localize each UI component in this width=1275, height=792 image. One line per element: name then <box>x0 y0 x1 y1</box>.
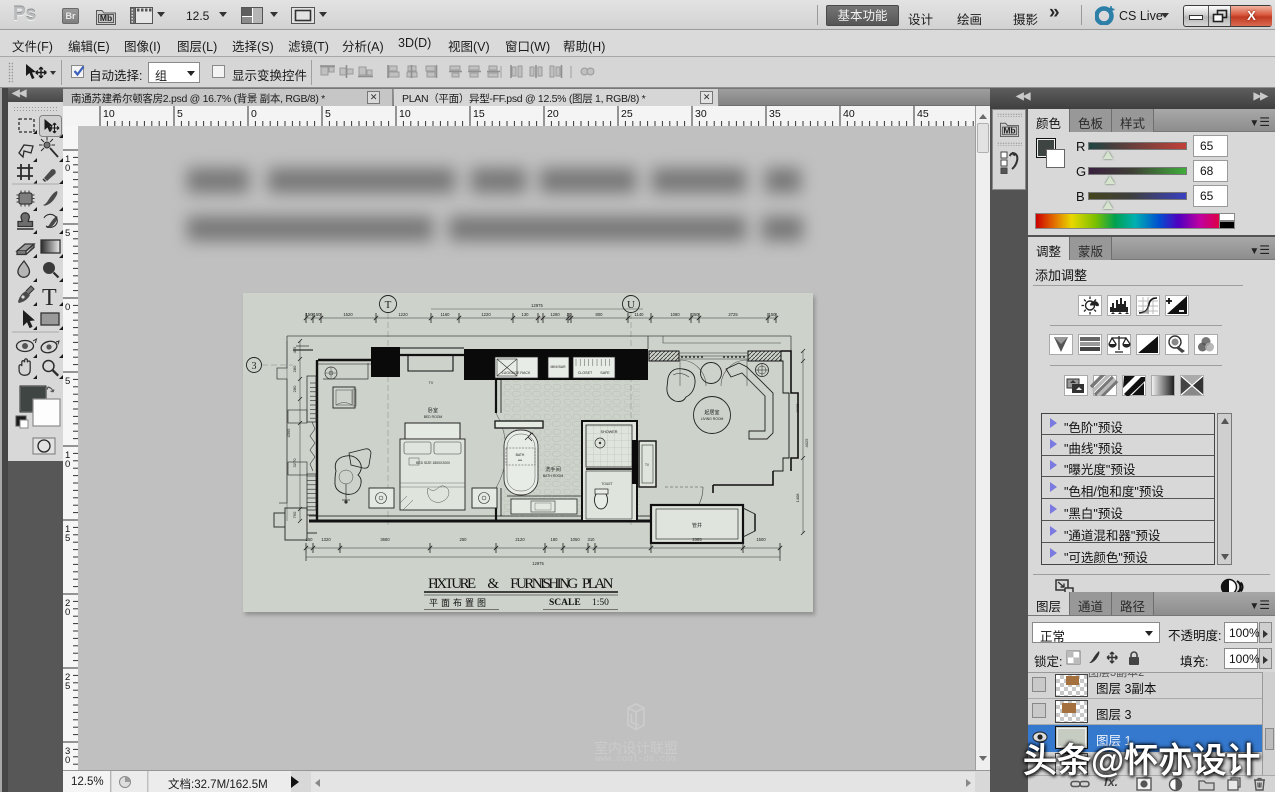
svg-text:5: 5 <box>65 533 70 544</box>
svg-text:卧室: 卧室 <box>428 407 438 414</box>
svg-text:SCALE: SCALE <box>549 598 581 608</box>
svg-text:0: 0 <box>65 459 70 470</box>
svg-text:5: 5 <box>65 681 70 692</box>
svg-text:10: 10 <box>103 108 115 120</box>
svg-text:0: 0 <box>65 607 70 618</box>
svg-text:310: 310 <box>588 537 596 542</box>
svg-text:Mb: Mb <box>1003 126 1015 136</box>
svg-text:TOILET: TOILET <box>601 482 612 486</box>
svg-text:洗手间: 洗手间 <box>545 465 561 473</box>
svg-text:30: 30 <box>567 312 572 317</box>
svg-text:150: 150 <box>306 537 314 542</box>
svg-text:5: 5 <box>177 108 183 120</box>
svg-text:150: 150 <box>306 312 314 317</box>
svg-text:1220: 1220 <box>398 312 408 317</box>
svg-text:30: 30 <box>695 108 707 120</box>
svg-text:35: 35 <box>769 108 781 120</box>
svg-text:280: 280 <box>292 365 297 372</box>
svg-text:CLOSET: CLOSET <box>578 371 593 375</box>
svg-text:1140: 1140 <box>634 312 644 317</box>
svg-text:1520: 1520 <box>343 312 353 317</box>
svg-text:BED SIZE 1800X2000: BED SIZE 1800X2000 <box>416 461 450 465</box>
svg-text:3270: 3270 <box>292 458 297 468</box>
svg-text:0: 0 <box>65 302 70 313</box>
svg-text:1160: 1160 <box>440 312 450 317</box>
svg-text:1220: 1220 <box>481 312 491 317</box>
svg-text:40: 40 <box>843 108 855 120</box>
svg-text:425: 425 <box>292 346 297 353</box>
svg-text:◄►: ◄► <box>517 458 523 462</box>
svg-text:2385: 2385 <box>692 537 702 542</box>
svg-text:BATH ROOM: BATH ROOM <box>543 474 563 478</box>
svg-text:BED ROOM: BED ROOM <box>424 415 443 419</box>
svg-text:12975: 12975 <box>532 561 544 566</box>
svg-text:1:50: 1:50 <box>592 598 609 608</box>
svg-text:12975: 12975 <box>531 303 543 308</box>
svg-text:0: 0 <box>251 108 257 120</box>
svg-text:LIVING ROOM: LIVING ROOM <box>701 417 724 421</box>
svg-text:25: 25 <box>621 108 633 120</box>
svg-text:SHOWER: SHOWER <box>600 430 617 434</box>
svg-text:Mb: Mb <box>100 13 112 23</box>
svg-text:管井: 管井 <box>692 522 702 529</box>
svg-text:2625: 2625 <box>795 403 800 413</box>
svg-text:BATH: BATH <box>516 453 525 457</box>
svg-text:SAFE: SAFE <box>600 371 610 375</box>
svg-text:45: 45 <box>917 108 929 120</box>
svg-text:平面布置图: 平面布置图 <box>429 597 489 608</box>
svg-text:T: T <box>385 299 392 311</box>
svg-text:150: 150 <box>314 312 322 317</box>
svg-text:1320: 1320 <box>321 537 331 542</box>
svg-text:3: 3 <box>252 361 257 372</box>
svg-text:3680: 3680 <box>380 537 390 542</box>
svg-text:4395: 4395 <box>286 428 291 438</box>
svg-text:U: U <box>627 299 635 311</box>
svg-text:130: 130 <box>522 312 530 317</box>
svg-text:1050: 1050 <box>570 537 580 542</box>
svg-text:10: 10 <box>399 108 411 120</box>
svg-text:5: 5 <box>65 228 70 239</box>
svg-text:2725: 2725 <box>728 312 738 317</box>
svg-text:5: 5 <box>325 108 331 120</box>
svg-text:5: 5 <box>65 376 70 387</box>
svg-text:180: 180 <box>551 537 559 542</box>
svg-text:280: 280 <box>292 385 297 392</box>
svg-text:LUGGAGE RACK: LUGGAGE RACK <box>502 371 531 375</box>
svg-text:2120: 2120 <box>515 537 525 542</box>
svg-text:FIXTURE & FURNISHING PLAN: FIXTURE & FURNISHING PLAN <box>428 576 614 592</box>
svg-text:1280: 1280 <box>550 312 560 317</box>
svg-text:800: 800 <box>596 312 604 317</box>
svg-text:1408: 1408 <box>795 493 800 503</box>
svg-text:MINI BAR: MINI BAR <box>550 365 566 369</box>
svg-text:起居室: 起居室 <box>704 409 719 416</box>
svg-text:TV: TV <box>429 381 434 385</box>
svg-text:350: 350 <box>692 312 700 317</box>
svg-text:150: 150 <box>769 312 777 317</box>
svg-text:0: 0 <box>65 755 70 766</box>
svg-text:4025: 4025 <box>804 438 809 448</box>
svg-text:T: T <box>42 285 57 311</box>
svg-text:750: 750 <box>292 511 297 518</box>
svg-text:250: 250 <box>460 537 468 542</box>
svg-text:0: 0 <box>65 163 70 174</box>
svg-text:20: 20 <box>547 108 559 120</box>
svg-text:1080: 1080 <box>670 312 680 317</box>
svg-text:1500: 1500 <box>756 537 766 542</box>
svg-text:15: 15 <box>473 108 485 120</box>
